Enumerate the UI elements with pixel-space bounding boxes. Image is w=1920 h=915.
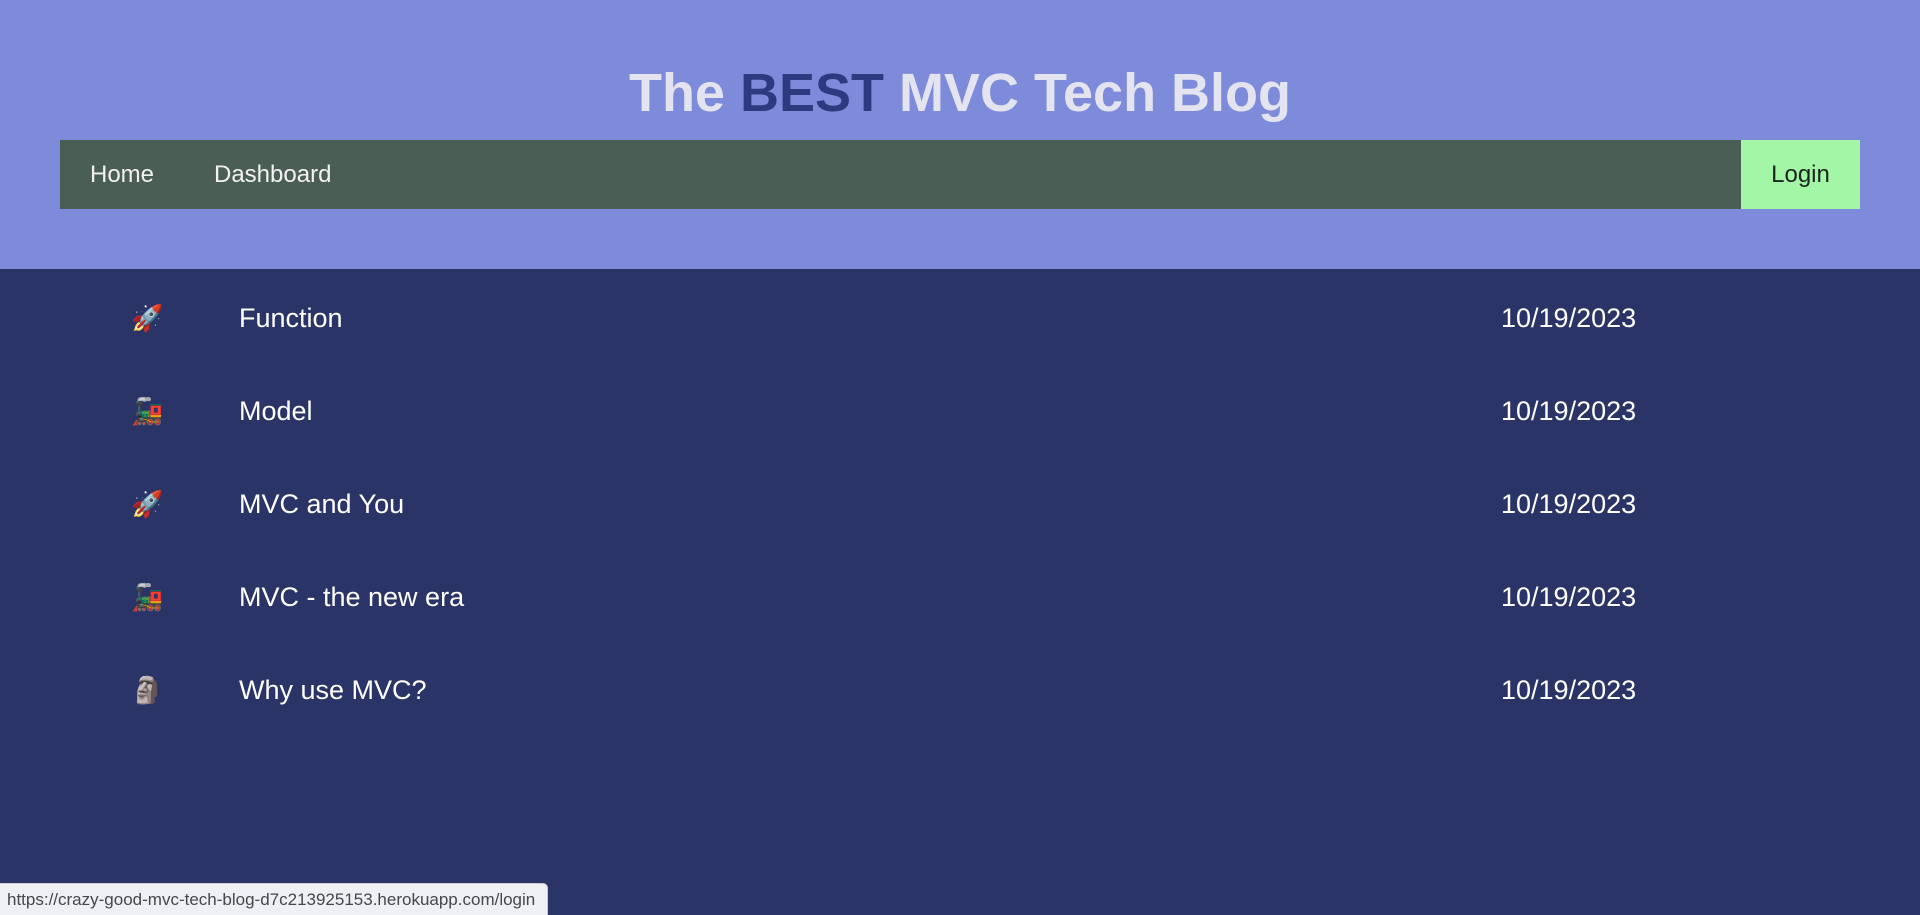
post-title[interactable]: Model <box>239 395 313 427</box>
post-row[interactable]: 🚀 MVC and You 10/19/2023 <box>0 455 1920 548</box>
post-row[interactable]: 🚂 Model 10/19/2023 <box>0 362 1920 455</box>
post-row[interactable]: 🗿 Why use MVC? 10/19/2023 <box>0 641 1920 734</box>
post-title[interactable]: Function <box>239 302 343 334</box>
navbar: Home Dashboard Login <box>60 140 1860 209</box>
post-row[interactable]: 🚂 MVC - the new era 10/19/2023 <box>0 548 1920 641</box>
locomotive-icon: 🚂 <box>131 396 164 426</box>
post-date: 10/19/2023 <box>1501 675 1637 705</box>
locomotive-icon: 🚂 <box>131 582 164 612</box>
post-date: 10/19/2023 <box>1501 396 1637 426</box>
post-date: 10/19/2023 <box>1501 303 1637 333</box>
post-title[interactable]: MVC and You <box>239 488 404 520</box>
moai-icon: 🗿 <box>131 675 164 705</box>
rocket-icon: 🚀 <box>131 489 164 519</box>
title-accent: BEST <box>739 63 885 123</box>
rocket-icon: 🚀 <box>131 303 164 333</box>
nav-dashboard-link[interactable]: Dashboard <box>214 140 331 209</box>
link-status-bar: https://crazy-good-mvc-tech-blog-d7c2139… <box>0 883 549 915</box>
post-date: 10/19/2023 <box>1501 489 1637 519</box>
title-prefix: The <box>628 63 725 123</box>
post-date: 10/19/2023 <box>1501 582 1637 612</box>
post-title[interactable]: Why use MVC? <box>239 674 427 706</box>
title-suffix: MVC Tech Blog <box>899 63 1292 123</box>
site-title: The BEST MVC Tech Blog <box>0 0 1920 126</box>
post-row[interactable]: 🚀 Function 10/19/2023 <box>0 269 1920 362</box>
login-button[interactable]: Login <box>1741 140 1860 209</box>
nav-home-link[interactable]: Home <box>90 140 154 209</box>
site-header: The BEST MVC Tech Blog Home Dashboard Lo… <box>0 0 1920 269</box>
post-list: 🚀 Function 10/19/2023 🚂 Model 10/19/2023… <box>0 269 1920 734</box>
post-title[interactable]: MVC - the new era <box>239 581 464 613</box>
